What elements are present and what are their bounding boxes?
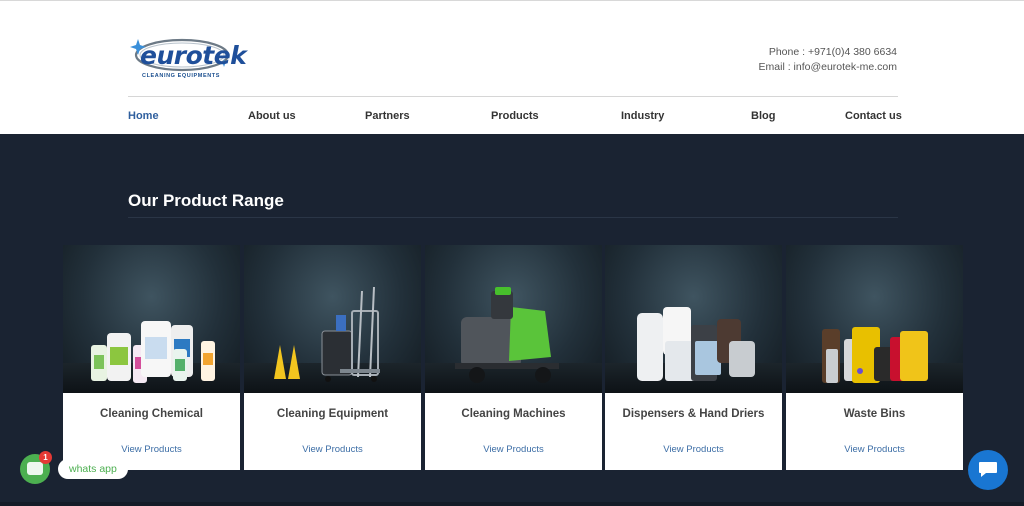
live-chat-button[interactable] — [968, 450, 1008, 490]
view-products-link[interactable]: View Products — [605, 444, 782, 455]
phone-number[interactable]: Phone : +971(0)4 380 6634 — [759, 45, 897, 60]
nav-home[interactable]: Home — [128, 110, 159, 122]
notification-badge: 1 — [39, 451, 52, 464]
view-products-link[interactable]: View Products — [425, 444, 602, 455]
view-products-link[interactable]: View Products — [63, 444, 240, 455]
product-name: Cleaning Chemical — [100, 408, 203, 420]
product-name: Waste Bins — [843, 408, 906, 420]
nav-blog[interactable]: Blog — [751, 110, 775, 122]
section-title-divider — [128, 217, 898, 218]
nav-contact-us[interactable]: Contact us — [845, 110, 902, 122]
nav-products[interactable]: Products — [491, 110, 539, 122]
product-card-dispensers-hand-driers[interactable]: Dispensers & Hand Driers View Products — [605, 245, 782, 470]
product-name: Cleaning Equipment — [276, 408, 389, 420]
cleaning-chemical-image — [63, 245, 240, 393]
product-card-waste-bins[interactable]: Waste Bins View Products — [786, 245, 963, 470]
message-icon — [979, 462, 997, 477]
eurotek-logo[interactable]: eurotek CLEANING EQUIPMENTS — [128, 35, 247, 83]
whatsapp-label[interactable]: whats app — [58, 459, 128, 479]
product-card-cleaning-chemical[interactable]: Cleaning Chemical View Products — [63, 245, 240, 470]
view-products-link[interactable]: View Products — [786, 444, 963, 455]
nav-about-us[interactable]: About us — [248, 110, 296, 122]
chat-bubble-icon — [27, 462, 43, 475]
view-products-link[interactable]: View Products — [244, 444, 421, 455]
product-card-cleaning-equipment[interactable]: Cleaning Equipment View Products — [244, 245, 421, 470]
nav-partners[interactable]: Partners — [365, 110, 410, 122]
cleaning-equipment-image — [244, 245, 421, 393]
section-bottom-band — [0, 502, 1024, 506]
site-header: eurotek CLEANING EQUIPMENTS Phone : +971… — [0, 0, 1024, 134]
logo-tagline: CLEANING EQUIPMENTS — [142, 73, 221, 79]
contact-info: Phone : +971(0)4 380 6634 Email : info@e… — [759, 45, 897, 74]
product-name: Dispensers & Hand Driers — [622, 408, 765, 420]
cleaning-machines-image — [425, 245, 602, 393]
email-address[interactable]: Email : info@eurotek-me.com — [759, 60, 897, 75]
product-name: Cleaning Machines — [461, 408, 566, 420]
nav-industry[interactable]: Industry — [621, 110, 664, 122]
waste-bins-image — [786, 245, 963, 393]
main-nav: Home About us Partners Products Industry… — [128, 110, 902, 126]
logo-wordmark: eurotek — [140, 41, 247, 70]
dispensers-image — [605, 245, 782, 393]
nav-divider — [128, 96, 898, 97]
product-card-cleaning-machines[interactable]: Cleaning Machines View Products — [425, 245, 602, 470]
section-title: Our Product Range — [128, 191, 284, 210]
